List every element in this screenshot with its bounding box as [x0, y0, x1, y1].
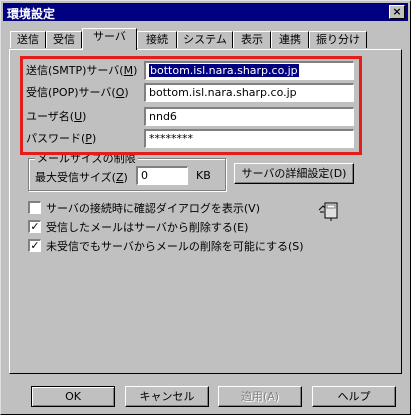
- tab-sorting[interactable]: 振り分け: [309, 31, 367, 48]
- help-button[interactable]: ヘルプ: [312, 386, 396, 407]
- delete-after-receive-label: 受信したメールはサーバから削除する(E): [46, 221, 249, 234]
- tab-system[interactable]: システム: [177, 31, 233, 48]
- allow-delete-unreceived-checkbox[interactable]: ✓: [28, 239, 41, 252]
- delete-after-receive-checkbox[interactable]: ✓: [28, 220, 41, 233]
- tab-receive[interactable]: 受信: [46, 31, 82, 48]
- settings-dialog: 環境設定 × 送信 受信 サーバ 接続 システム 表示 連携 振り分け 送信(S…: [0, 0, 411, 415]
- max-size-label: 最大受信サイズ(Z): [35, 171, 128, 184]
- tab-display[interactable]: 表示: [233, 31, 271, 48]
- tab-integration[interactable]: 連携: [271, 31, 309, 48]
- highlight-box: [20, 56, 362, 155]
- server-detail-button[interactable]: サーバの詳細設定(D): [234, 163, 354, 184]
- cancel-button[interactable]: キャンセル: [125, 386, 209, 407]
- max-size-input[interactable]: 0: [136, 166, 188, 185]
- mailbox-icon: [318, 202, 338, 221]
- tab-send[interactable]: 送信: [10, 31, 46, 48]
- window-title: 環境設定: [7, 7, 56, 21]
- close-button[interactable]: ×: [389, 5, 405, 19]
- allow-delete-unreceived-label: 未受信でもサーバからメールの削除を可能にする(S): [46, 240, 304, 253]
- confirm-dialog-checkbox[interactable]: [28, 201, 41, 214]
- confirm-dialog-label: サーバの接続時に確認ダイアログを表示(V): [46, 202, 260, 215]
- title-bar: 環境設定 ×: [3, 3, 408, 21]
- tab-connection[interactable]: 接続: [137, 31, 177, 48]
- ok-button[interactable]: OK: [31, 386, 115, 407]
- tab-server[interactable]: サーバ: [82, 28, 137, 50]
- apply-button[interactable]: 適用(A): [218, 386, 302, 407]
- kb-unit: KB: [196, 169, 211, 182]
